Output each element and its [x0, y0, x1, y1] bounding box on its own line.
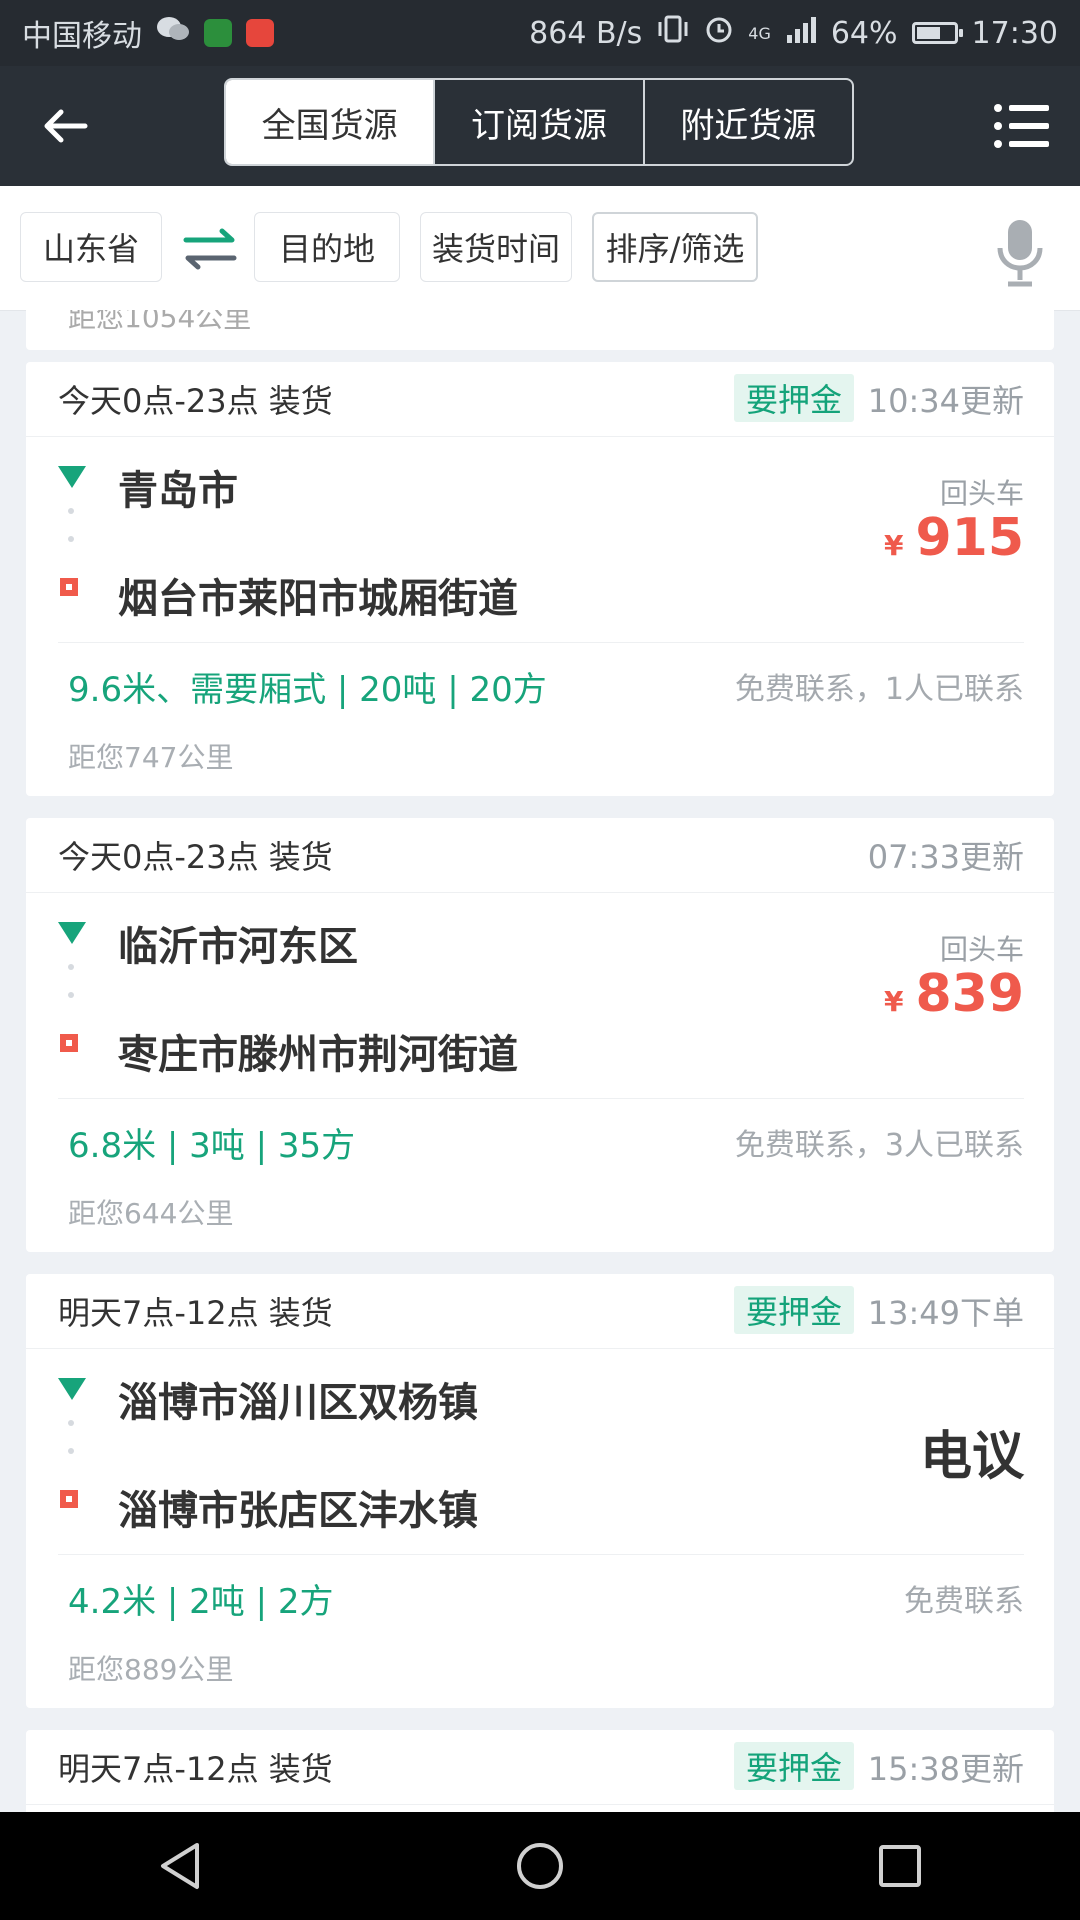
signal-type: 4G: [748, 23, 771, 43]
carrier-name: 中国移动: [22, 19, 142, 54]
vehicle-spec: 6.8米 | 3吨 | 35方: [68, 1126, 356, 1166]
list-item[interactable]: 明天7点-12点 装货 要押金 15:38更新: [26, 1730, 1054, 1812]
route-dots: [68, 964, 74, 1020]
origin-marker-icon: [58, 1378, 86, 1400]
origin-city: 淄博市淄川区双杨镇: [118, 1380, 478, 1426]
origin-marker-icon: [58, 466, 86, 488]
status-right: 864 B/s 4G 64% 17:30: [529, 14, 1058, 52]
app-header: 全国货源 订阅货源 附近货源: [0, 66, 1080, 186]
menu-button[interactable]: [986, 91, 1056, 161]
card-header: 明天7点-12点 装货 要押金 13:49下单: [26, 1274, 1054, 1349]
load-time: 今天0点-23点 装货: [58, 838, 333, 876]
tab-nearby[interactable]: 附近货源: [645, 80, 852, 164]
update-time: 10:34更新: [867, 382, 1024, 420]
list-item-partial[interactable]: 距您1054公里: [26, 310, 1054, 350]
destination-marker-icon: [60, 578, 78, 596]
nav-back-icon: [161, 1843, 199, 1889]
price: ¥ 915: [884, 508, 1024, 568]
route-dots: [68, 1420, 74, 1476]
net-speed: 864 B/s: [529, 15, 643, 51]
back-arrow-icon: [44, 109, 88, 143]
nav-recents-icon: [879, 1845, 921, 1887]
wechat-icon: [156, 15, 190, 51]
cargo-list: 距您1054公里 今天0点-23点 装货 要押金 10:34更新 青岛市 烟台市…: [0, 310, 1080, 1812]
load-time: 明天7点-12点 装货: [58, 1294, 333, 1332]
price-negotiable: 电议: [919, 1427, 1024, 1487]
app-notification-icon-2: [246, 19, 274, 47]
contact-info[interactable]: 免费联系，3人已联系: [735, 1120, 1024, 1164]
status-left: 中国移动: [22, 11, 274, 55]
source-tabs: 全国货源 订阅货源 附近货源: [224, 78, 854, 166]
battery-icon: [911, 22, 963, 44]
update-time: 13:49下单: [867, 1294, 1024, 1332]
currency-symbol: ¥: [883, 985, 904, 1018]
update-time: 07:33更新: [867, 838, 1024, 876]
list-item[interactable]: 明天7点-12点 装货 要押金 13:49下单 淄博市淄川区双杨镇 淄博市张店区…: [26, 1274, 1054, 1708]
origin-city: 青岛市: [118, 468, 238, 514]
deposit-badge: 要押金: [733, 1742, 854, 1790]
nav-back-button[interactable]: [140, 1826, 220, 1906]
divider: [58, 642, 1024, 643]
clock: 17:30: [971, 15, 1058, 51]
origin-marker-icon: [58, 922, 86, 944]
signal-icon: [785, 15, 817, 51]
load-time: 明天7点-12点 装货: [58, 1750, 333, 1788]
distance-text: 距您644公里: [68, 1197, 234, 1230]
route-dots: [68, 508, 74, 564]
nav-recents-button[interactable]: [860, 1826, 940, 1906]
app-notification-icon: [204, 19, 232, 47]
vehicle-spec: 4.2米 | 2吨 | 2方: [68, 1582, 334, 1622]
vibrate-icon: [656, 14, 690, 52]
card-header: 今天0点-23点 装货 07:33更新: [26, 818, 1054, 893]
load-time-filter[interactable]: 装货时间: [420, 212, 572, 282]
destination-city: 烟台市莱阳市城厢街道: [118, 576, 518, 622]
nav-home-icon: [517, 1843, 563, 1889]
divider: [58, 1554, 1024, 1555]
voice-search-button[interactable]: [994, 218, 1046, 288]
back-truck-label: 回头车: [939, 933, 1024, 966]
nav-home-button[interactable]: [500, 1826, 580, 1906]
list-item[interactable]: 今天0点-23点 装货 要押金 10:34更新 青岛市 烟台市莱阳市城厢街道 回…: [26, 362, 1054, 796]
destination-filter[interactable]: 目的地: [254, 212, 400, 282]
sort-filter-button[interactable]: 排序/筛选: [592, 212, 758, 282]
origin-filter[interactable]: 山东省: [20, 212, 162, 282]
load-time: 今天0点-23点 装货: [58, 382, 333, 420]
back-truck-label: 回头车: [939, 477, 1024, 510]
menu-list-icon: [994, 104, 1049, 148]
deposit-badge: 要押金: [733, 374, 854, 422]
system-nav-bar: [0, 1812, 1080, 1920]
currency-symbol: ¥: [883, 529, 904, 562]
destination-city: 枣庄市滕州市荆河街道: [118, 1032, 518, 1078]
swap-button[interactable]: [182, 224, 238, 274]
back-button[interactable]: [30, 91, 100, 161]
destination-marker-icon: [60, 1490, 78, 1508]
vehicle-spec: 9.6米、需要厢式 | 20吨 | 20方: [68, 670, 547, 710]
battery-percent: 64%: [830, 15, 898, 51]
divider: [58, 1098, 1024, 1099]
alarm-icon: [704, 14, 734, 52]
deposit-badge: 要押金: [733, 1286, 854, 1334]
origin-city: 临沂市河东区: [118, 924, 358, 970]
price: ¥ 839: [884, 964, 1024, 1024]
distance-text: 距您747公里: [68, 741, 234, 774]
card-header: 今天0点-23点 装货 要押金 10:34更新: [26, 362, 1054, 437]
swap-icon: [183, 228, 237, 270]
distance-text: 距您1054公里: [68, 310, 252, 334]
destination-marker-icon: [60, 1034, 78, 1052]
list-item[interactable]: 今天0点-23点 装货 07:33更新 临沂市河东区 枣庄市滕州市荆河街道 回头…: [26, 818, 1054, 1252]
distance-text: 距您889公里: [68, 1653, 234, 1686]
card-header: 明天7点-12点 装货 要押金 15:38更新: [26, 1730, 1054, 1805]
destination-city: 淄博市张店区沣水镇: [118, 1488, 478, 1534]
contact-info[interactable]: 免费联系: [904, 1576, 1024, 1620]
status-bar: 中国移动 864 B/s 4G 64% 17:30: [0, 0, 1080, 66]
tab-subscribed[interactable]: 订阅货源: [435, 80, 645, 164]
contact-info[interactable]: 免费联系，1人已联系: [735, 664, 1024, 708]
microphone-icon: [997, 220, 1043, 287]
update-time: 15:38更新: [867, 1750, 1024, 1788]
price-value: 839: [915, 964, 1024, 1024]
tab-national[interactable]: 全国货源: [226, 80, 436, 164]
filter-bar: 山东省 目的地 装货时间 排序/筛选: [0, 186, 1080, 311]
price-value: 915: [915, 508, 1024, 568]
